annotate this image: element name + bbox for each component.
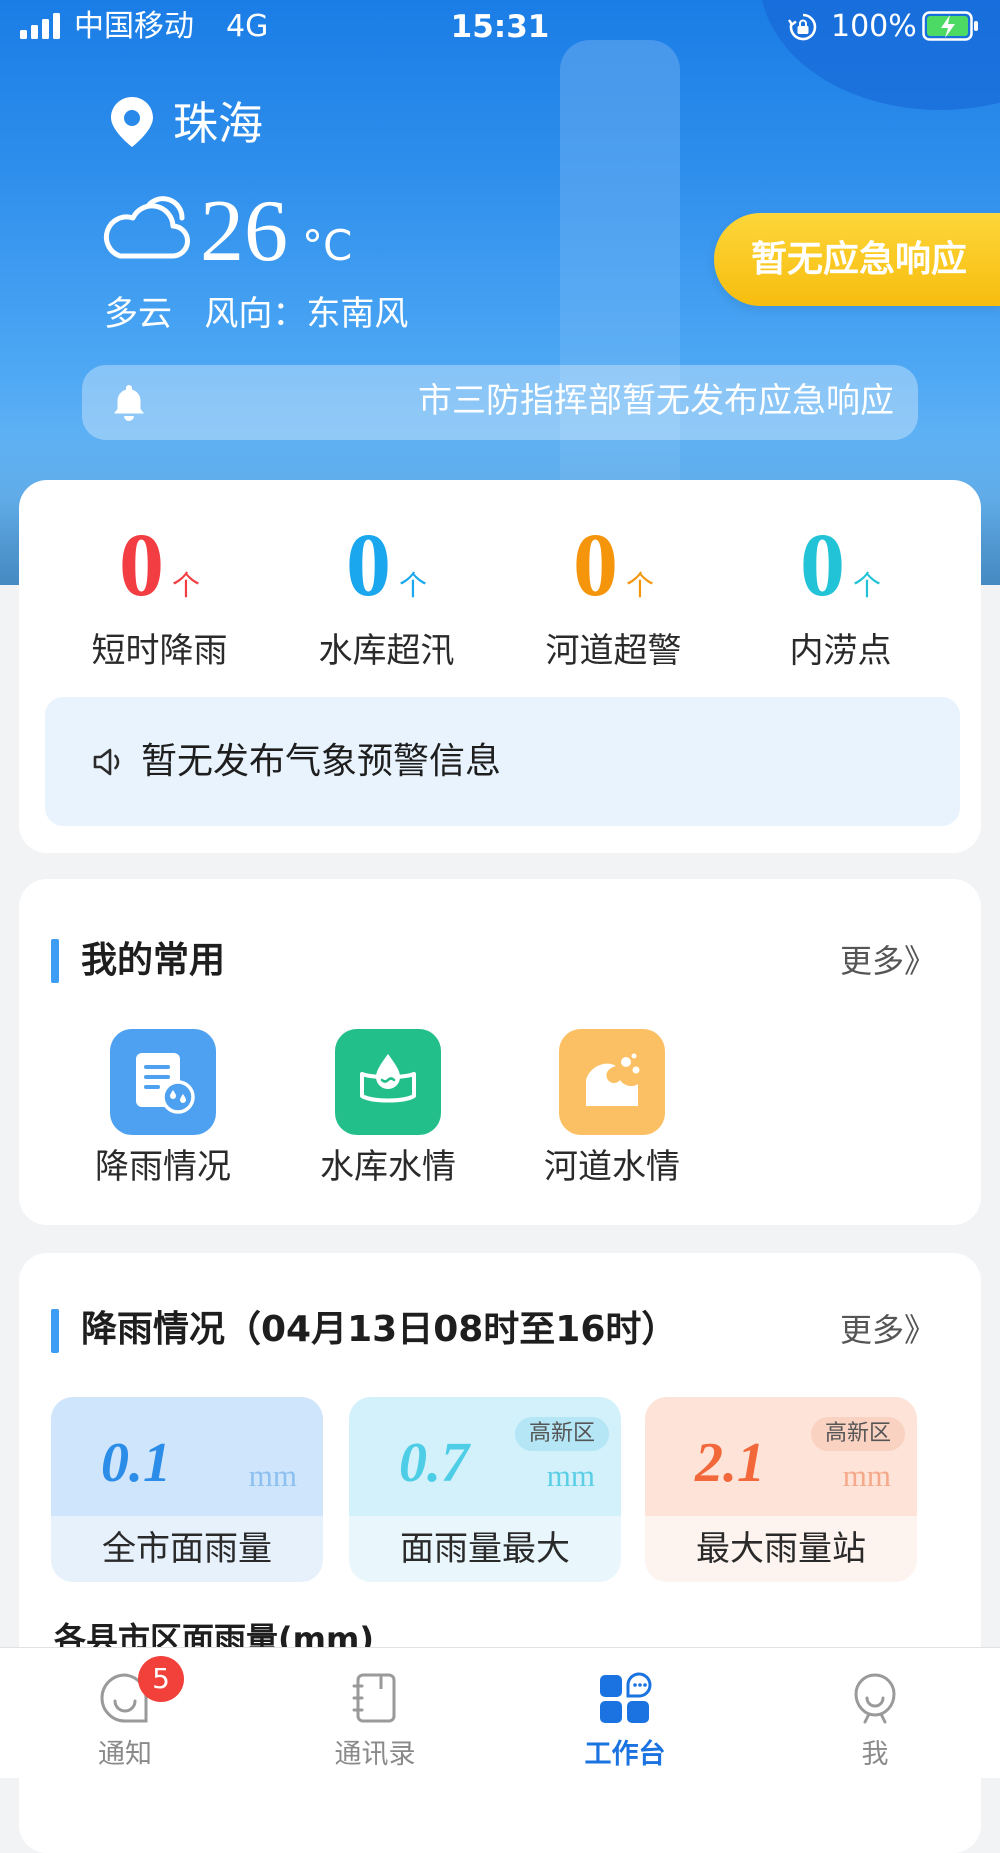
rain-report-icon xyxy=(110,1029,216,1135)
tab-notifications[interactable]: 5 通知 xyxy=(0,1648,250,1778)
stat-value-row: 0 个 xyxy=(500,520,727,612)
temperature-value: 26 xyxy=(200,183,288,280)
stat-river-over-warning[interactable]: 0 个 河道超警 xyxy=(500,480,727,690)
speaker-icon xyxy=(93,748,120,775)
favorites-card: 我的常用 更多》 降雨情况 水库水情 河道水情 xyxy=(19,879,981,1225)
stat-reservoir-over-limit[interactable]: 0 个 水库超汛 xyxy=(273,480,500,690)
favorite-reservoir[interactable]: 水库水情 xyxy=(288,1029,488,1199)
stat-short-rain[interactable]: 0 个 短时降雨 xyxy=(46,480,273,690)
rainfall-unit: mm xyxy=(842,1458,891,1493)
notice-text: 市三防指挥部暂无发布应急响应 xyxy=(418,381,894,421)
favorite-label: 水库水情 xyxy=(320,1147,456,1187)
contacts-book-icon xyxy=(352,1673,396,1723)
reservoir-icon xyxy=(335,1029,441,1135)
river-wave-icon xyxy=(559,1029,665,1135)
section-accent-bar xyxy=(51,1309,59,1353)
profile-icon xyxy=(854,1673,896,1724)
rainfall-max-station[interactable]: 高新区 2.1 mm 最大雨量站 xyxy=(645,1397,917,1582)
favorites-more-link[interactable]: 更多》 xyxy=(840,936,936,986)
tab-label: 工作台 xyxy=(584,1739,666,1770)
bell-icon xyxy=(114,385,144,421)
section-accent-bar xyxy=(51,939,59,983)
tab-me[interactable]: 我 xyxy=(750,1648,1000,1778)
weather-warning-box[interactable]: 暂无发布气象预警信息 xyxy=(45,697,960,826)
stat-unit: 个 xyxy=(398,569,427,602)
stat-value: 0 xyxy=(345,516,391,615)
rotation-lock-icon xyxy=(788,13,817,41)
notification-count-badge: 5 xyxy=(138,1656,184,1702)
rainfall-box-top xyxy=(349,1397,621,1516)
district-badge: 高新区 xyxy=(810,1417,905,1451)
rainfall-box-top xyxy=(645,1397,917,1516)
temperature-unit: °C xyxy=(302,221,353,270)
rainfall-value: 0.1 xyxy=(101,1432,171,1494)
stat-label: 短时降雨 xyxy=(91,631,228,671)
rainfall-value: 2.1 xyxy=(695,1432,765,1494)
stat-value-row: 0 个 xyxy=(727,520,954,612)
battery-percent: 100% xyxy=(831,9,917,44)
stat-value: 0 xyxy=(118,516,164,615)
favorite-label: 降雨情况 xyxy=(95,1147,231,1187)
emergency-response-button[interactable]: 暂无应急响应 xyxy=(714,213,1000,306)
stat-label: 水库超汛 xyxy=(318,631,455,671)
rainfall-title: 降雨情况（04月13日08时至16时） xyxy=(81,1309,678,1350)
rainfall-label: 最大雨量站 xyxy=(696,1529,866,1569)
rainfall-box-top xyxy=(51,1397,323,1516)
stat-waterlogging-points[interactable]: 0 个 内涝点 xyxy=(727,480,954,690)
rainfall-city-average[interactable]: 0.1 mm 全市面雨量 xyxy=(51,1397,323,1582)
stat-value: 0 xyxy=(799,516,845,615)
weather-warning-text: 暂无发布气象预警信息 xyxy=(141,740,502,782)
rainfall-value: 0.7 xyxy=(399,1432,469,1494)
tab-label: 通讯录 xyxy=(334,1739,416,1770)
rainfall-more-link[interactable]: 更多》 xyxy=(840,1305,936,1355)
district-badge: 高新区 xyxy=(514,1417,609,1451)
rainfall-unit: mm xyxy=(546,1458,595,1493)
stat-value-row: 0 个 xyxy=(273,520,500,612)
rainfall-label: 全市面雨量 xyxy=(102,1529,272,1569)
favorite-rain-report[interactable]: 降雨情况 xyxy=(63,1029,263,1199)
favorite-label: 河道水情 xyxy=(544,1147,680,1187)
battery-icon xyxy=(922,11,978,41)
city-name[interactable]: 珠海 xyxy=(173,96,263,152)
weather-wind-text: 多云 风向：东南风 xyxy=(104,294,409,334)
location-pin-icon xyxy=(111,97,153,147)
favorite-river-level[interactable]: 河道水情 xyxy=(512,1029,712,1199)
stat-label: 内涝点 xyxy=(789,631,892,671)
cloud-icon xyxy=(103,196,190,259)
rainfall-label: 面雨量最大 xyxy=(400,1529,570,1569)
stat-unit: 个 xyxy=(625,569,654,602)
tab-contacts[interactable]: 通讯录 xyxy=(250,1648,500,1778)
stat-unit: 个 xyxy=(852,569,881,602)
stat-value-row: 0 个 xyxy=(46,520,273,612)
tab-label: 我 xyxy=(861,1739,889,1770)
favorites-title: 我的常用 xyxy=(81,940,226,981)
tab-label: 通知 xyxy=(98,1739,152,1770)
stat-label: 河道超警 xyxy=(545,631,682,671)
notice-bar[interactable]: 市三防指挥部暂无发布应急响应 xyxy=(82,365,918,440)
workbench-grid-icon xyxy=(600,1672,652,1723)
stat-unit: 个 xyxy=(171,569,200,602)
rainfall-unit: mm xyxy=(248,1458,297,1493)
rainfall-area-max[interactable]: 高新区 0.7 mm 面雨量最大 xyxy=(349,1397,621,1582)
stat-value: 0 xyxy=(572,516,618,615)
bottom-tab-bar: 5 通知 通讯录 工作台 我 xyxy=(0,1647,1000,1778)
stats-row: 0 个 短时降雨 0 个 水库超汛 0 个 河道超警 0 个 内涝点 xyxy=(46,480,954,690)
tab-workbench[interactable]: 工作台 xyxy=(500,1648,750,1778)
alert-stats-card: 0 个 短时降雨 0 个 水库超汛 0 个 河道超警 0 个 内涝点 暂无发布气… xyxy=(19,480,981,853)
